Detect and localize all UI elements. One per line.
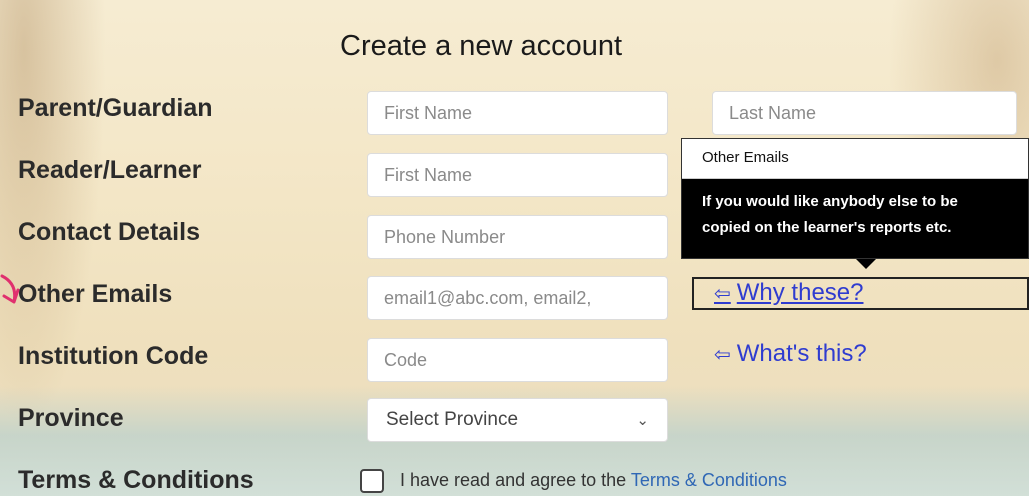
label-contact-details: Contact Details [18, 218, 200, 246]
arrow-left-icon: ⇦ [714, 283, 731, 305]
agree-terms-checkbox[interactable] [360, 469, 384, 493]
province-select[interactable]: Select Province ⌄ [367, 398, 668, 442]
arrow-left-icon: ⇦ [714, 344, 731, 366]
label-terms-conditions: Terms & Conditions [18, 466, 254, 494]
tooltip-title: Other Emails [682, 139, 1028, 179]
label-parent-guardian: Parent/Guardian [18, 94, 213, 122]
tooltip-body: If you would like anybody else to be cop… [682, 179, 1028, 241]
page-title: Create a new account [340, 30, 623, 62]
agree-terms-text: I have read and agree to the Terms & Con… [400, 470, 787, 491]
reader-first-name-input[interactable] [367, 153, 668, 197]
label-other-emails: Other Emails [18, 280, 173, 308]
parent-last-name-input[interactable] [712, 91, 1017, 135]
why-these-link[interactable]: ⇦ Why these? [714, 279, 864, 307]
phone-number-input[interactable] [367, 215, 668, 259]
province-select-value: Select Province [386, 409, 519, 430]
institution-code-input[interactable] [367, 338, 668, 382]
pink-pointer-arrow-icon [0, 274, 20, 304]
agree-prefix: I have read and agree to the [400, 470, 627, 490]
tooltip-line-1: If you would like anybody else to be [702, 193, 958, 210]
label-province: Province [18, 404, 124, 432]
parent-first-name-input[interactable] [367, 91, 668, 135]
terms-conditions-link[interactable]: Terms & Conditions [631, 470, 787, 490]
label-reader-learner: Reader/Learner [18, 156, 202, 184]
other-emails-input[interactable] [367, 276, 668, 320]
tooltip-pointer [856, 259, 876, 269]
whats-this-label: What's this? [736, 340, 867, 367]
label-institution-code: Institution Code [18, 342, 209, 370]
chevron-down-icon: ⌄ [636, 412, 649, 429]
tooltip-line-2: copied on the learner's reports etc. [702, 219, 952, 236]
whats-this-link[interactable]: ⇦ What's this? [714, 340, 867, 368]
why-these-label: Why these? [736, 279, 864, 306]
other-emails-tooltip: Other Emails If you would like anybody e… [681, 138, 1029, 259]
